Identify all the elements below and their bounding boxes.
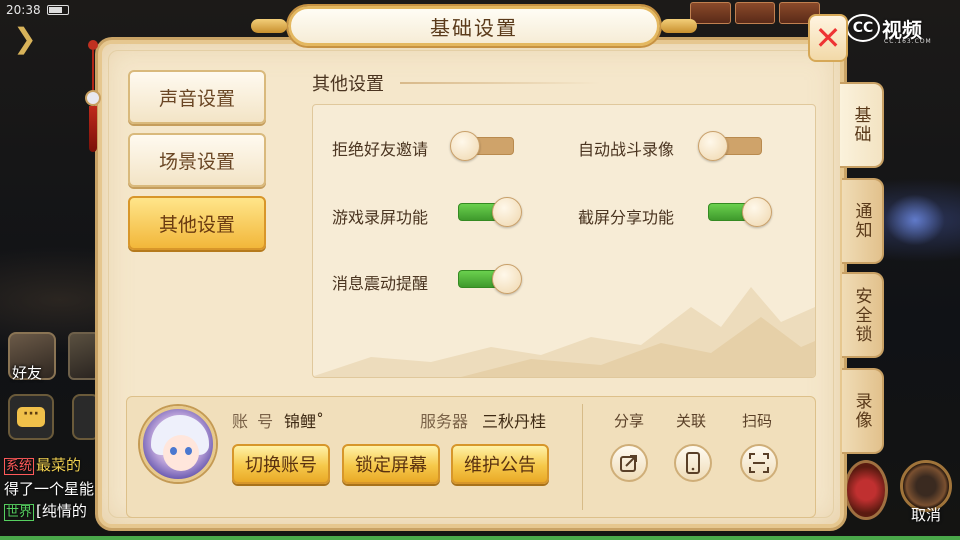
option-label-vibrate: 消息震动提醒 (332, 274, 429, 293)
chat-channel-tag: 世界 (4, 504, 35, 521)
chat-line-text: 最菜的 (36, 456, 82, 474)
scan-qr-icon (749, 453, 769, 473)
toggle-knob (450, 131, 480, 161)
hud-slot[interactable] (734, 2, 776, 24)
chat-line-text: [纯情的 (36, 502, 87, 520)
friend-label: 好友 (12, 364, 43, 382)
status-time: 20:38 (6, 3, 41, 17)
toggle-screen-record[interactable] (454, 197, 522, 227)
option-label-screenshot-share: 截屏分享功能 (578, 208, 675, 227)
status-bar: 20:38 (0, 0, 110, 20)
cancel-label: 取消 (910, 506, 941, 524)
toggle-screenshot-share[interactable] (704, 197, 772, 227)
blue-light-effect (880, 190, 950, 250)
toggle-auto-record[interactable] (698, 131, 766, 161)
chat-line: 得了一个星能 (4, 478, 104, 500)
server-name: 三秋丹桂 (482, 412, 547, 431)
phone-icon (686, 452, 700, 474)
switch-account-button[interactable]: 切换账号 (232, 444, 330, 484)
menu-item-other-settings[interactable]: 其他设置 (128, 196, 266, 250)
tab-security-lock[interactable]: 安全锁 (842, 272, 884, 358)
share-label: 分享 (613, 412, 644, 430)
toggle-knob (492, 264, 522, 294)
menu-item-scene-settings[interactable]: 场景设置 (128, 133, 266, 187)
account-divider (582, 404, 583, 510)
hud-slot[interactable] (690, 2, 731, 24)
chat-button[interactable]: ··· (8, 394, 54, 440)
brand-sub: CC.163.COM (884, 38, 932, 45)
close-button[interactable]: ✕ (808, 14, 848, 62)
cancel-button[interactable]: 取消 (896, 460, 956, 524)
bottom-strip (0, 536, 960, 540)
menu-item-sound-settings[interactable]: 声音设置 (128, 70, 266, 124)
tab-recording[interactable]: 录像 (842, 368, 884, 454)
option-label-screen-record: 游戏录屏功能 (332, 208, 429, 227)
scan-label: 扫码 (741, 412, 772, 430)
chat-line-text: 得了一个星能 (4, 480, 95, 498)
share-arrow-icon (620, 455, 637, 472)
chat-line: 系统 最菜的 (4, 454, 104, 478)
chat-bubble-icon: ··· (17, 407, 45, 427)
brand-circle: CC (846, 14, 880, 42)
option-label-auto-record: 自动战斗录像 (578, 140, 675, 159)
section-title: 其他设置 (312, 74, 384, 95)
back-chevron-icon[interactable]: ❯ (10, 24, 40, 54)
maintenance-notice-button[interactable]: 维护公告 (451, 444, 549, 484)
toggle-knob (742, 197, 772, 227)
chat-feed: 系统 最菜的 得了一个星能 世界 [纯情的 (4, 454, 104, 524)
top-right-hud (690, 2, 821, 24)
toggle-reject-friend[interactable] (450, 131, 518, 161)
chat-line: 世界 [纯情的 (4, 500, 104, 524)
player-avatar[interactable] (140, 406, 216, 482)
link-label: 关联 (675, 412, 706, 430)
lock-screen-button[interactable]: 锁定屏幕 (342, 444, 440, 484)
toggle-vibrate[interactable] (454, 264, 522, 294)
option-label-reject-friend: 拒绝好友邀请 (332, 140, 429, 159)
tab-basic[interactable]: 基础 (840, 82, 884, 168)
tassel-decoration (84, 40, 102, 170)
voice-button[interactable] (72, 394, 100, 440)
battery-icon (46, 5, 69, 15)
apprentice-avatar-button[interactable] (68, 332, 100, 380)
title-swirl-ornament (400, 82, 600, 84)
link-button[interactable] (674, 444, 712, 482)
account-label: 账 号 (232, 412, 276, 431)
account-name: 锦鲤˚ (284, 412, 325, 431)
skill-button[interactable] (844, 460, 888, 520)
share-button[interactable] (610, 444, 648, 482)
toggle-knob (492, 197, 522, 227)
chat-channel-tag: 系统 (4, 458, 35, 475)
dialog-title: 基础设置 (251, 6, 697, 46)
tab-notification[interactable]: 通知 (842, 178, 884, 264)
scan-button[interactable] (740, 444, 778, 482)
toggle-knob (698, 131, 728, 161)
server-label: 服务器 (420, 412, 469, 431)
